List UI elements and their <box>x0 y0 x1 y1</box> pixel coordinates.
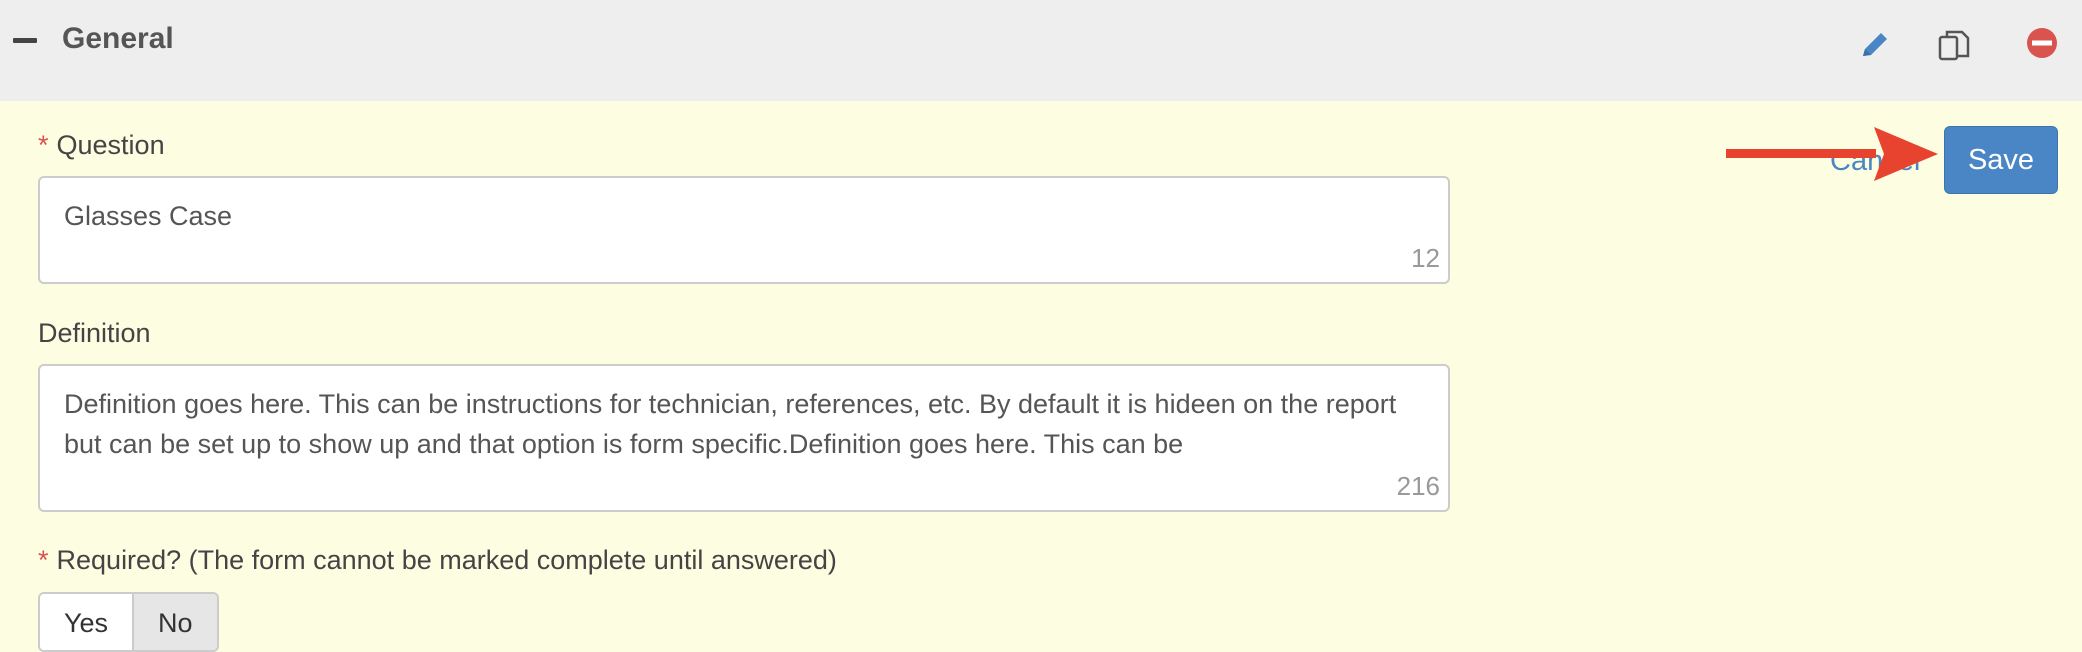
required-label: * Required? (The form cannot be marked co… <box>38 545 837 576</box>
definition-value: Definition goes here. This can be instru… <box>64 389 1397 459</box>
section-header: General <box>0 0 2082 101</box>
remove-circle-icon[interactable] <box>2022 26 2062 66</box>
required-marker: * <box>38 130 49 160</box>
required-yes-option[interactable]: Yes <box>40 594 135 650</box>
definition-label: Definition <box>38 318 151 348</box>
section-title: General <box>62 22 174 55</box>
required-toggle: Yes No <box>38 592 219 652</box>
question-input[interactable]: Glasses Case 12 <box>38 176 1450 284</box>
minus-icon[interactable] <box>13 38 37 43</box>
required-marker: * <box>38 545 49 575</box>
required-no-option[interactable]: No <box>134 594 217 650</box>
question-label-text: Question <box>56 130 165 160</box>
save-button[interactable]: Save <box>1944 126 2058 194</box>
question-char-count: 12 <box>1411 243 1440 273</box>
question-label: * Question <box>38 130 165 161</box>
definition-char-count: 216 <box>1396 471 1440 501</box>
required-label-text: Required? (The form cannot be marked com… <box>56 545 837 575</box>
copy-icon[interactable] <box>1934 26 1974 66</box>
definition-textarea[interactable]: Definition goes here. This can be instru… <box>38 364 1450 512</box>
question-value: Glasses Case <box>64 201 233 231</box>
annotation-arrow-icon <box>1726 127 1938 181</box>
pencil-icon[interactable] <box>1855 26 1895 66</box>
